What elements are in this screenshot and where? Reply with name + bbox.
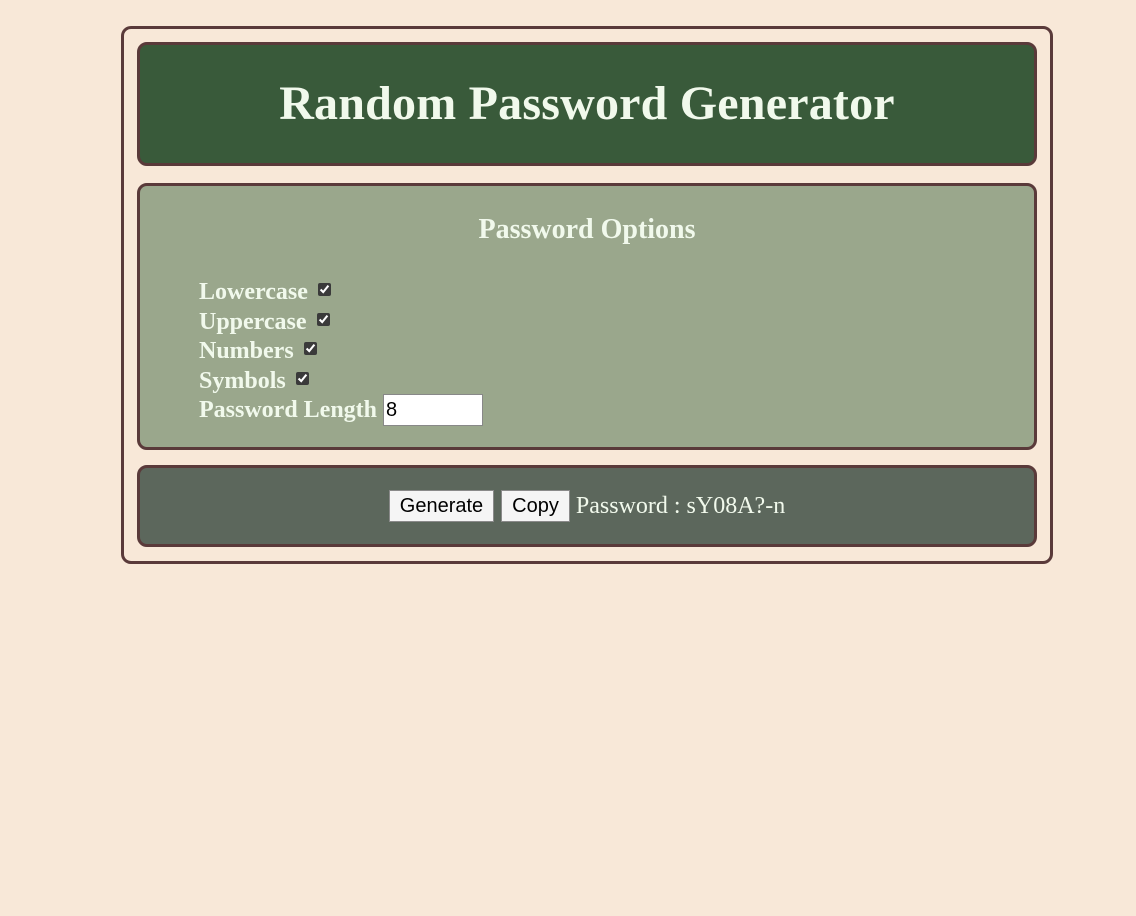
option-lowercase: Lowercase [199, 278, 483, 308]
header-panel: Random Password Generator [137, 42, 1037, 166]
uppercase-checkbox[interactable] [316, 312, 330, 326]
page-title: Random Password Generator [279, 77, 895, 130]
result-panel: Generate Copy Password : sY08A?-n [137, 465, 1037, 547]
option-list: Lowercase Uppercase Numbers Symbols Pass… [199, 278, 484, 426]
password-prefix: Password : [575, 492, 687, 519]
symbols-label: Symbols [199, 367, 286, 394]
uppercase-label: Uppercase [199, 308, 307, 335]
password-length-label: Password Length [199, 396, 378, 423]
numbers-label: Numbers [199, 338, 294, 365]
option-password-length: Password Length [199, 394, 484, 426]
options-heading: Password Options [478, 214, 696, 245]
symbols-checkbox[interactable] [295, 371, 309, 385]
lowercase-checkbox[interactable] [317, 283, 331, 297]
option-numbers: Numbers [199, 337, 483, 367]
options-panel: Password Options Lowercase Uppercase Num… [137, 183, 1037, 450]
password-value: sY08A?-n [686, 492, 786, 519]
password-output: Password : sY08A?-n [576, 493, 785, 520]
generate-button[interactable]: Generate [388, 490, 495, 522]
numbers-checkbox[interactable] [303, 342, 317, 356]
app-container: Random Password Generator Password Optio… [121, 26, 1053, 564]
lowercase-label: Lowercase [199, 279, 308, 306]
option-uppercase: Uppercase [199, 308, 483, 338]
copy-button[interactable]: Copy [501, 490, 570, 522]
password-length-input[interactable] [383, 394, 484, 426]
option-symbols: Symbols [199, 367, 483, 397]
